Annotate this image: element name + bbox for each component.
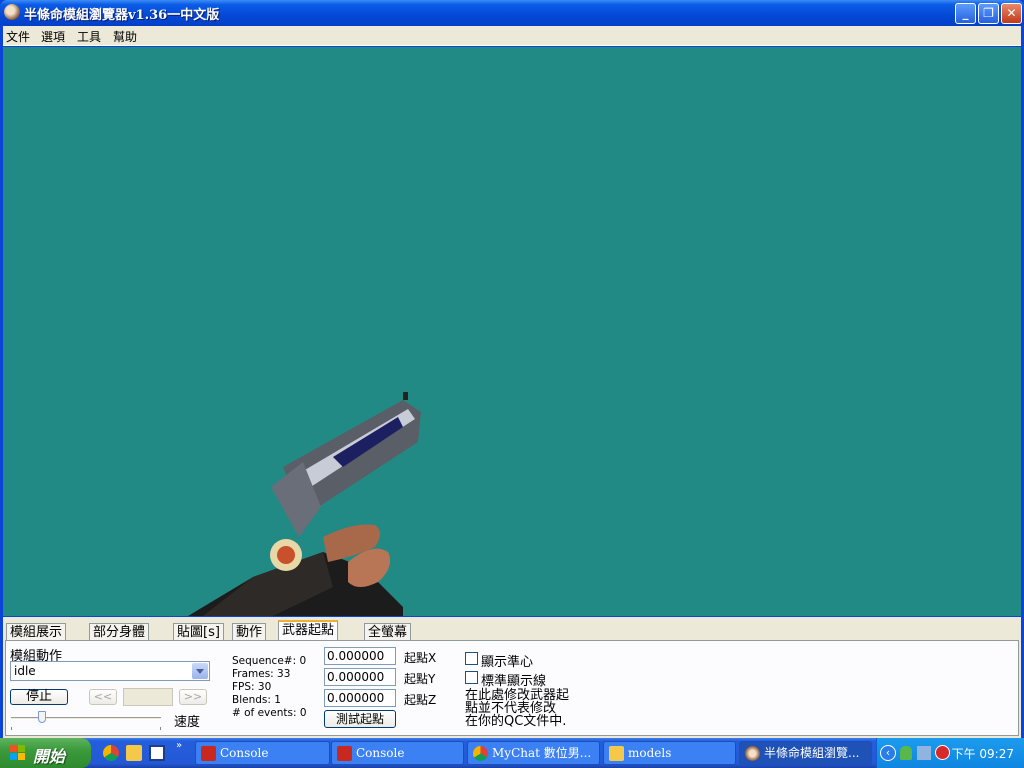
origin-x-label: 起點X <box>404 651 437 665</box>
menu-help[interactable]: 幫助 <box>113 28 137 45</box>
tray-expand-icon[interactable]: ‹ <box>880 745 896 761</box>
model-viewport[interactable] <box>3 47 1021 616</box>
app-icon <box>745 746 760 761</box>
taskbar-item-label: models <box>628 746 672 760</box>
fps-value: FPS: 30 <box>232 681 272 693</box>
origin-x-input[interactable]: 0.000000 <box>324 647 396 665</box>
tab-sequences[interactable]: 動作 <box>232 623 267 641</box>
tab-weapon-origin[interactable]: 武器起點 <box>278 620 339 641</box>
next-frame-button[interactable]: >> <box>179 689 207 705</box>
minimize-button[interactable]: _ <box>955 3 976 24</box>
tab-textures[interactable]: 貼圖[s] <box>173 623 224 641</box>
origin-y-input[interactable]: 0.000000 <box>324 668 396 686</box>
sequence-number: Sequence#: 0 <box>232 655 307 667</box>
taskbar-item-model-viewer[interactable]: 半條命模組瀏覽... <box>739 741 872 765</box>
taskbar-item-label: Console <box>220 746 269 760</box>
blends-count: Blends: 1 <box>232 694 281 706</box>
tab-fullscreen[interactable]: 全螢幕 <box>364 623 412 641</box>
prev-frame-button[interactable]: << <box>89 689 117 705</box>
taskbar-item-label: Console <box>356 746 405 760</box>
antivirus-icon[interactable] <box>935 745 950 760</box>
weapon-model <box>188 392 421 616</box>
close-button[interactable]: ✕ <box>1001 3 1022 24</box>
animation-selected-value: idle <box>14 664 36 678</box>
folder-icon[interactable] <box>126 745 142 761</box>
origin-z-input[interactable]: 0.000000 <box>324 689 396 707</box>
title-bar[interactable]: 半條命模組瀏覽器v1.36一中文版 _ ❐ ✕ <box>0 0 1024 26</box>
app-icon[interactable] <box>4 4 20 20</box>
taskbar-item-label: MyChat 數位男... <box>492 746 592 760</box>
show-crosshair-label: 顯示準心 <box>481 655 534 670</box>
stop-button[interactable]: 停止 <box>10 689 68 705</box>
chrome-icon[interactable] <box>103 745 119 761</box>
start-label: 開始 <box>33 747 66 766</box>
folder-icon <box>609 746 624 761</box>
taskbar-item-console-2[interactable]: Console <box>331 741 464 765</box>
quick-launch-expand-icon[interactable]: » <box>176 740 182 751</box>
taskbar-item-label: 半條命模組瀏覽... <box>764 746 860 760</box>
taskbar-item-console-1[interactable]: Console <box>195 741 330 765</box>
show-desktop-icon[interactable] <box>149 745 165 761</box>
origin-z-label: 起點Z <box>404 693 437 707</box>
origin-note-line3: 在你的QC文件中. <box>465 714 567 729</box>
system-tray: ‹ 下午 09:27 <box>876 738 1024 768</box>
tab-body-parts[interactable]: 部分身體 <box>89 623 150 641</box>
restore-button[interactable]: ❐ <box>978 3 999 24</box>
origin-y-label: 起點Y <box>404 672 436 686</box>
speed-label: 速度 <box>174 715 201 730</box>
frame-input[interactable] <box>123 688 173 706</box>
sequence-info: Sequence#: 0 Frames: 33 FPS: 30 Blends: … <box>232 655 307 720</box>
app-window: 半條命模組瀏覽器v1.36一中文版 _ ❐ ✕ 文件 選項 工具 幫助 模組展示… <box>0 0 1024 738</box>
control-panel: 模組展示 部分身體 貼圖[s] 動作 武器起點 全螢幕 模組動作 idle 停止… <box>3 617 1021 738</box>
show-guides-checkbox[interactable] <box>465 671 478 684</box>
messenger-icon[interactable] <box>900 746 912 760</box>
console-icon <box>337 746 352 761</box>
menu-options[interactable]: 選項 <box>41 28 65 45</box>
taskbar-item-models[interactable]: models <box>603 741 736 765</box>
clock[interactable]: 下午 09:27 <box>952 745 1014 762</box>
taskbar: 開始 » Console Console MyChat 數位男... model… <box>0 738 1024 768</box>
console-icon <box>201 746 216 761</box>
origin-note: 在此處修改武器起 點並不代表修改 在你的QC文件中. <box>465 689 569 728</box>
start-button[interactable]: 開始 <box>0 738 91 768</box>
show-guides-label: 標準顯示線 <box>481 674 547 689</box>
chevron-down-icon[interactable] <box>192 663 208 679</box>
network-icon[interactable] <box>917 746 931 760</box>
frames-count: Frames: 33 <box>232 668 291 680</box>
speed-slider-ticks <box>11 727 161 730</box>
menu-file[interactable]: 文件 <box>6 28 30 45</box>
taskbar-item-mychat[interactable]: MyChat 數位男... <box>467 741 600 765</box>
windows-logo-icon <box>10 745 26 761</box>
menu-bar: 文件 選項 工具 幫助 <box>3 26 1021 46</box>
tab-model-display[interactable]: 模組展示 <box>6 623 67 641</box>
chrome-icon <box>473 746 488 761</box>
test-origin-button[interactable]: 測試起點 <box>324 710 396 728</box>
animation-select[interactable]: idle <box>10 661 210 681</box>
show-crosshair-checkbox[interactable] <box>465 652 478 665</box>
speed-slider-track[interactable] <box>11 717 161 720</box>
speed-slider-thumb[interactable] <box>38 711 46 723</box>
events-count: # of events: 0 <box>232 707 307 719</box>
menu-tools[interactable]: 工具 <box>77 28 101 45</box>
window-title: 半條命模組瀏覽器v1.36一中文版 <box>24 8 220 23</box>
